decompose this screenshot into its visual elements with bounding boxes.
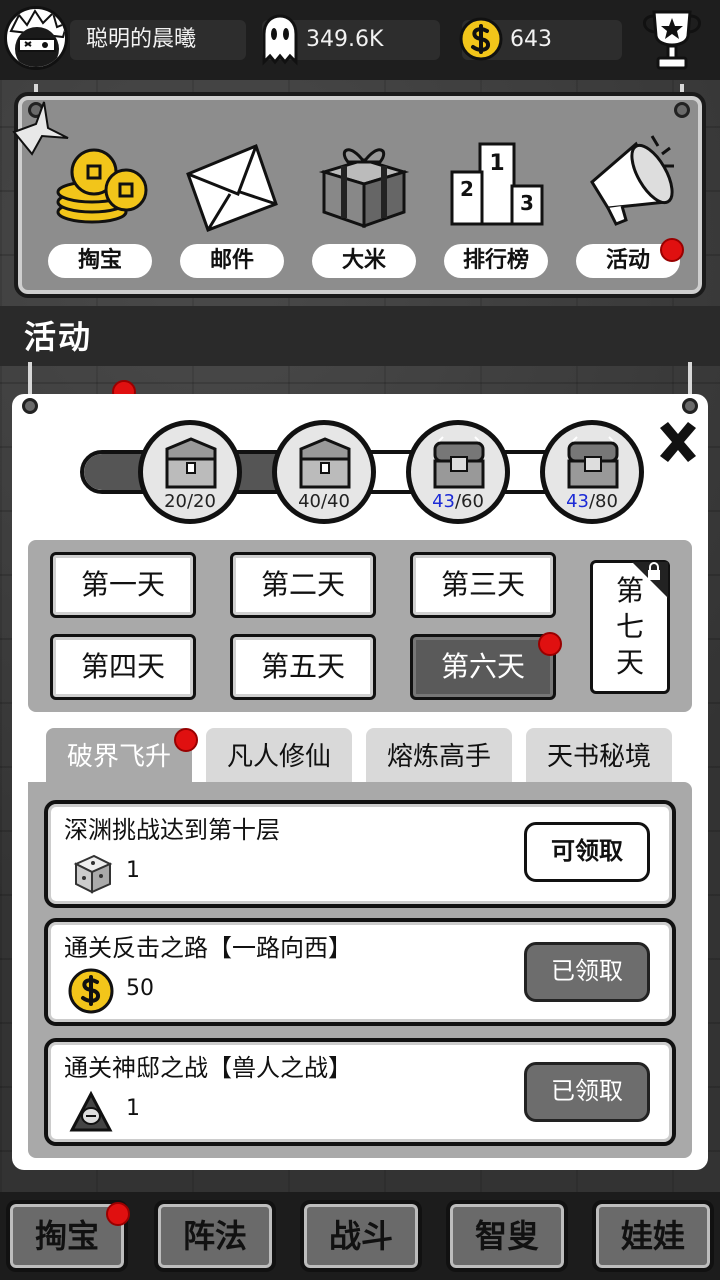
day-1-button[interactable]: 第一天 [50, 552, 196, 618]
chest-count: 43/80 [566, 491, 618, 512]
chest-count: 20/20 [164, 491, 216, 512]
reward-quantity: 1 [126, 1096, 140, 1121]
open-chest-icon [165, 437, 217, 489]
day-7-label: 七 [615, 610, 644, 643]
coins-icon [56, 148, 148, 224]
mail-icon [186, 144, 278, 232]
task-title: 通关反击之路【一路向西】 [64, 934, 352, 962]
task-title: 通关神邸之战【兽人之战】 [64, 1054, 352, 1082]
menu-item-rice[interactable]: 大米 [304, 132, 424, 282]
task-item: 深渊挑战达到第十层 1 可领取 [44, 800, 676, 908]
menu-label: 排行榜 [444, 244, 548, 278]
notification-dot [174, 728, 198, 752]
notification-dot [106, 1202, 130, 1226]
menu-label: 邮件 [180, 244, 284, 278]
menu-item-mail[interactable]: 邮件 [172, 132, 292, 282]
reward-chest-4[interactable]: 43/80 [540, 420, 644, 524]
locked-chest-icon [433, 436, 485, 489]
podium-number: 1 [489, 151, 504, 176]
hanging-string [28, 362, 32, 398]
menu-label: 掏宝 [48, 244, 152, 278]
day-3-button[interactable]: 第三天 [410, 552, 556, 618]
tab-celestial-book[interactable]: 天书秘境 [526, 728, 672, 786]
nav-sage[interactable]: 智叟 [446, 1200, 568, 1272]
reward-quantity: 1 [126, 858, 140, 883]
podium-icon: 1 2 3 [450, 142, 544, 226]
claimed-button[interactable]: 已领取 [524, 942, 650, 1002]
claim-button[interactable]: 可领取 [524, 822, 650, 882]
task-item: 通关神邸之战【兽人之战】 1 已领取 [44, 1038, 676, 1146]
section-header-strip [0, 306, 720, 366]
dice-icon [73, 854, 113, 894]
day-2-button[interactable]: 第二天 [230, 552, 376, 618]
day-4-button[interactable]: 第四天 [50, 634, 196, 700]
menu-item-taobao[interactable]: 掏宝 [40, 132, 160, 282]
day-6-button[interactable]: 第六天 [410, 634, 556, 700]
section-title: 活动 [24, 318, 93, 356]
open-chest-icon [299, 437, 351, 489]
gift-box-icon [318, 148, 410, 229]
lock-icon [632, 562, 668, 598]
notification-dot [538, 632, 562, 656]
nav-dolls[interactable]: 娃娃 [592, 1200, 714, 1272]
coin-icon [459, 17, 503, 61]
pin-icon [682, 398, 698, 414]
reward-chest-2[interactable]: 40/40 [272, 420, 376, 524]
reward-chest-3[interactable]: 43/60 [406, 420, 510, 524]
hanging-string [688, 362, 692, 398]
tab-mortal-cultivation[interactable]: 凡人修仙 [206, 728, 352, 786]
reward-chest-1[interactable]: 20/20 [138, 420, 242, 524]
close-icon[interactable] [654, 418, 702, 466]
nav-battle[interactable]: 战斗 [300, 1200, 422, 1272]
pin-icon [674, 102, 690, 118]
tab-smelting-master[interactable]: 熔炼高手 [366, 728, 512, 786]
chest-count: 40/40 [298, 491, 350, 512]
claimed-button[interactable]: 已领取 [524, 1062, 650, 1122]
hooded-figure-icon [69, 1090, 113, 1132]
day-5-button[interactable]: 第五天 [230, 634, 376, 700]
menu-item-leaderboard[interactable]: 1 2 3 排行榜 [436, 132, 556, 282]
ghost-icon [262, 14, 298, 66]
player-name: 聪明的晨曦 [70, 20, 246, 60]
nav-formation[interactable]: 阵法 [154, 1200, 276, 1272]
menu-label: 大米 [312, 244, 416, 278]
trophy-icon[interactable] [634, 6, 710, 76]
locked-chest-icon [567, 436, 619, 489]
tab-breakthrough[interactable]: 破界飞升 [46, 728, 192, 786]
task-item: 通关反击之路【一路向西】 50 已领取 [44, 918, 676, 1026]
pin-icon [22, 398, 38, 414]
megaphone-icon [590, 135, 674, 226]
task-title: 深渊挑战达到第十层 [64, 816, 280, 844]
avatar[interactable] [4, 6, 68, 70]
notification-dot [660, 238, 684, 262]
podium-number: 3 [520, 191, 534, 215]
reward-quantity: 50 [126, 976, 154, 1001]
coin-icon [68, 968, 114, 1014]
day-7-label: 天 [615, 646, 644, 679]
podium-number: 2 [460, 177, 474, 201]
chest-count: 43/60 [432, 491, 484, 512]
